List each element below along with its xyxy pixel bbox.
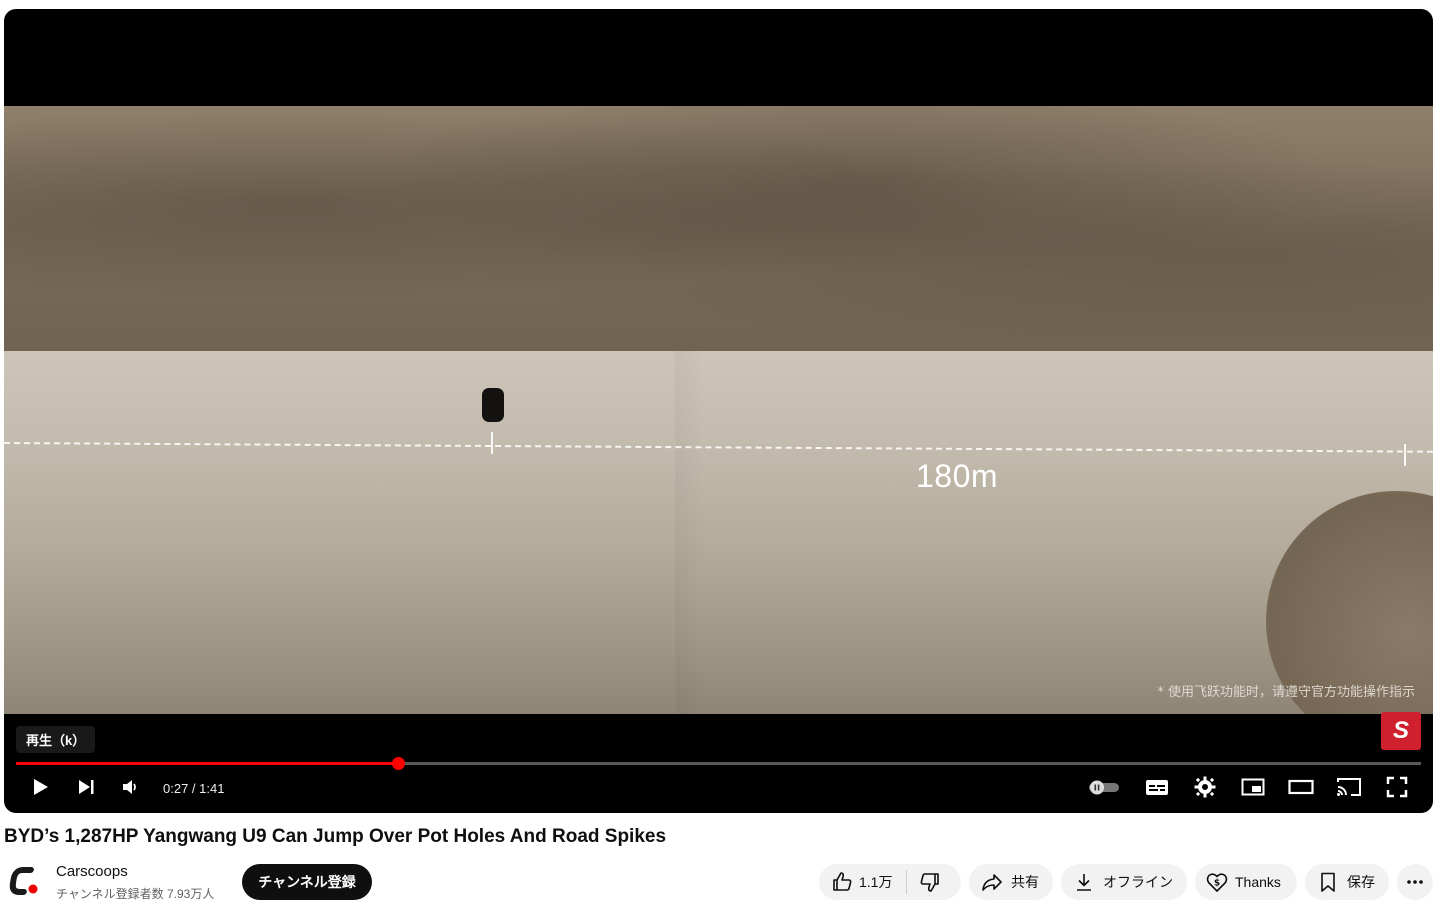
share-label: 共有 [1011, 874, 1039, 890]
mute-button[interactable] [118, 777, 142, 801]
settings-icon [1194, 776, 1216, 803]
bookmark-icon [1317, 871, 1339, 893]
download-label: オフライン [1103, 874, 1173, 890]
play-icon [30, 777, 50, 802]
channel-watermark-logo[interactable]: S [1381, 712, 1421, 750]
settings-button[interactable] [1192, 776, 1218, 803]
like-dislike-group: 1.1万 [819, 864, 961, 900]
thanks-label: Thanks [1235, 874, 1281, 890]
next-icon [76, 777, 96, 802]
thumbs-up-icon [831, 871, 853, 893]
video-title: BYD’s 1,287HP Yangwang U9 Can Jump Over … [4, 826, 667, 847]
channel-name[interactable]: Carscoops [56, 863, 128, 880]
video-disclaimer: * 使用飞跃功能时，请遵守官方功能操作指示 [1157, 685, 1415, 700]
svg-text:$: $ [1214, 879, 1220, 889]
autoplay-toggle[interactable] [1086, 777, 1122, 801]
volume-icon [120, 777, 140, 802]
more-horizontal-icon [1405, 872, 1425, 892]
play-button[interactable] [28, 777, 52, 801]
fullscreen-icon [1386, 776, 1408, 803]
distance-marker-start [491, 432, 493, 454]
fullscreen-button[interactable] [1384, 776, 1410, 803]
video-car [482, 388, 504, 422]
subtitles-button[interactable] [1144, 777, 1170, 801]
thanks-button[interactable]: $ Thanks [1195, 864, 1297, 900]
save-button[interactable]: 保存 [1305, 864, 1389, 900]
save-label: 保存 [1347, 874, 1375, 890]
cast-icon [1336, 776, 1362, 803]
like-button[interactable]: 1.1万 [819, 870, 908, 894]
progress-scrubber-handle[interactable] [392, 757, 406, 770]
thumbs-down-icon [919, 871, 941, 893]
progress-bar[interactable] [16, 757, 1421, 770]
download-button[interactable]: オフライン [1061, 864, 1187, 900]
distance-marker-end [1404, 444, 1406, 466]
like-count: 1.1万 [859, 874, 893, 890]
next-button[interactable] [74, 777, 98, 801]
play-tooltip: 再生（k） [16, 726, 96, 753]
miniplayer-icon [1241, 777, 1265, 802]
cast-button[interactable] [1336, 777, 1362, 801]
share-button[interactable]: 共有 [969, 864, 1053, 900]
super-thanks-icon: $ [1205, 870, 1229, 894]
share-icon [981, 871, 1003, 893]
subtitles-icon [1145, 777, 1169, 802]
time-display: 0:27 / 1:41 [163, 781, 225, 796]
distance-label: 180m [916, 458, 999, 494]
channel-subscriber-count: チャンネル登録者数 7.93万人 [56, 887, 215, 901]
miniplayer-button[interactable] [1240, 777, 1266, 801]
progress-bar-played [16, 762, 399, 765]
theater-mode-icon [1288, 777, 1314, 802]
dislike-button[interactable] [907, 871, 941, 893]
video-frame[interactable]: 180m * 使用飞跃功能时，请遵守官方功能操作指示 [4, 106, 1433, 714]
download-icon [1073, 871, 1095, 893]
video-player[interactable]: 180m * 使用飞跃功能时，请遵守官方功能操作指示 S 再生（k） 0:27 … [4, 9, 1433, 813]
more-actions-button[interactable] [1397, 864, 1433, 900]
subscribe-button[interactable]: チャンネル登録 [242, 864, 372, 900]
autoplay-toggle-icon [1087, 778, 1121, 801]
video-wall-area [4, 106, 1433, 351]
channel-avatar[interactable] [5, 862, 43, 900]
video-road-area [4, 351, 1433, 714]
player-controls: 0:27 / 1:41 [4, 771, 1433, 807]
theater-mode-button[interactable] [1288, 777, 1314, 801]
